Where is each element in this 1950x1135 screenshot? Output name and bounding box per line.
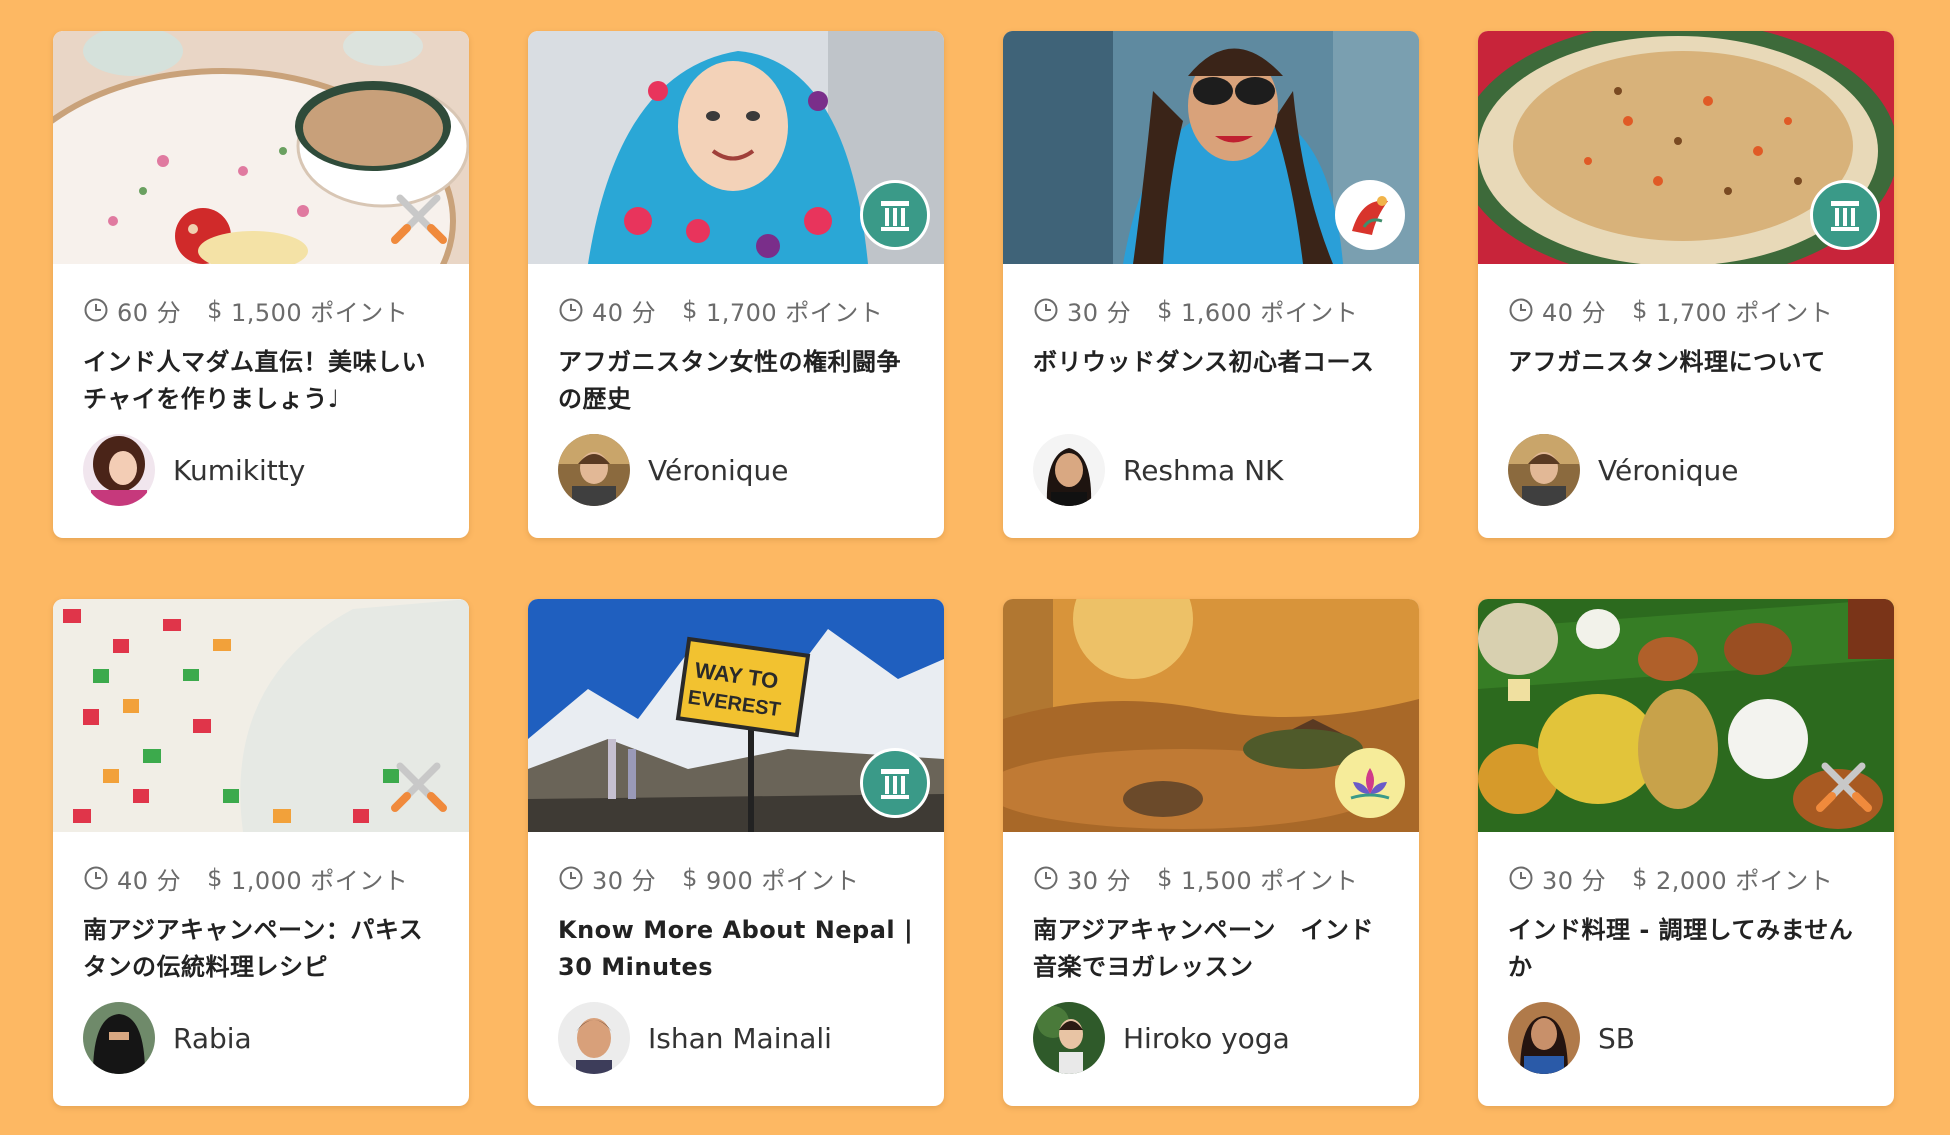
lesson-thumbnail[interactable] [1003, 31, 1419, 264]
lesson-duration: 40 分 [117, 866, 182, 895]
lesson-meta: 60 分 $ 1,500 ポイント [83, 294, 439, 327]
lesson-title[interactable]: ボリウッドダンス初心者コース [1033, 344, 1389, 418]
lesson-duration: 30 分 [1067, 298, 1132, 327]
lesson-title[interactable]: 南アジアキャンペーン：パキスタンの伝統料理レシピ [83, 912, 439, 986]
dollar-icon: $ [1632, 296, 1648, 324]
lesson-meta: 30 分 $ 900 ポイント [558, 862, 914, 895]
lesson-meta: 30 分 $ 2,000 ポイント [1508, 862, 1864, 895]
lesson-meta: 40 分 $ 1,000 ポイント [83, 862, 439, 895]
lesson-title[interactable]: アフガニスタン女性の権利闘争の歴史 [558, 344, 914, 418]
dollar-icon: $ [1632, 864, 1648, 892]
lesson-points: 900 ポイント [705, 866, 860, 895]
teacher-name[interactable]: Ishan Mainali [648, 1022, 832, 1055]
utensils-icon [1810, 748, 1880, 818]
dance-icon [1335, 180, 1405, 250]
teacher-name[interactable]: Rabia [173, 1022, 252, 1055]
clock-icon [84, 866, 108, 890]
lesson-card-indian-cooking[interactable]: 30 分 $ 2,000 ポイント インド料理 - 調理してみませんか SB [1478, 599, 1894, 1106]
dollar-icon: $ [1157, 296, 1173, 324]
lesson-points: 2,000 ポイント [1655, 866, 1834, 895]
lesson-card-nepal[interactable]: WAY TO EVEREST 30 分 $ 900 ポイント Know More… [528, 599, 944, 1106]
avatar[interactable] [1033, 1002, 1105, 1074]
clock-icon [559, 866, 583, 890]
teacher-name[interactable]: Hiroko yoga [1123, 1022, 1290, 1055]
teacher-name[interactable]: Reshma NK [1123, 454, 1283, 487]
clock-icon [1509, 298, 1533, 322]
pillar-icon [860, 748, 930, 818]
avatar[interactable] [83, 434, 155, 506]
lesson-duration: 30 分 [1542, 866, 1607, 895]
teacher[interactable]: Reshma NK [1033, 434, 1389, 506]
lesson-card-pakistan-food[interactable]: 40 分 $ 1,000 ポイント 南アジアキャンペーン：パキスタンの伝統料理レ… [53, 599, 469, 1106]
clock-icon [1509, 866, 1533, 890]
lesson-points: 1,500 ポイント [1180, 866, 1359, 895]
teacher[interactable]: Ishan Mainali [558, 1002, 914, 1074]
lesson-title[interactable]: 南アジアキャンペーン インド音楽でヨガレッスン [1033, 912, 1389, 986]
lesson-thumbnail[interactable] [1478, 31, 1894, 264]
teacher-name[interactable]: Kumikitty [173, 454, 305, 487]
lesson-duration: 40 分 [592, 298, 657, 327]
teacher[interactable]: Hiroko yoga [1033, 1002, 1389, 1074]
lesson-duration: 30 分 [592, 866, 657, 895]
lesson-title[interactable]: Know More About Nepal | 30 Minutes [558, 912, 914, 986]
lesson-meta: 30 分 $ 1,500 ポイント [1033, 862, 1389, 895]
lesson-thumbnail[interactable]: WAY TO EVEREST [528, 599, 944, 832]
lesson-thumbnail[interactable] [1478, 599, 1894, 832]
lesson-points: 1,000 ポイント [230, 866, 409, 895]
dollar-icon: $ [682, 864, 698, 892]
lesson-thumbnail[interactable] [53, 31, 469, 264]
lesson-points: 1,700 ポイント [705, 298, 884, 327]
lesson-card-afghan-women[interactable]: 40 分 $ 1,700 ポイント アフガニスタン女性の権利闘争の歴史 Véro… [528, 31, 944, 538]
lesson-thumbnail[interactable] [528, 31, 944, 264]
lesson-thumbnail[interactable] [53, 599, 469, 832]
lesson-points: 1,500 ポイント [230, 298, 409, 327]
teacher[interactable]: Kumikitty [83, 434, 439, 506]
clock-icon [84, 298, 108, 322]
dollar-icon: $ [1157, 864, 1173, 892]
pillar-icon [1810, 180, 1880, 250]
teacher-name[interactable]: SB [1598, 1022, 1635, 1055]
lesson-meta: 40 分 $ 1,700 ポイント [558, 294, 914, 327]
lesson-card-afghan-food[interactable]: 40 分 $ 1,700 ポイント アフガニスタン料理について Véroniqu… [1478, 31, 1894, 538]
avatar[interactable] [558, 434, 630, 506]
pillar-icon [860, 180, 930, 250]
dollar-icon: $ [207, 864, 223, 892]
lesson-title[interactable]: インド料理 - 調理してみませんか [1508, 912, 1864, 986]
lesson-duration: 30 分 [1067, 866, 1132, 895]
lesson-duration: 40 分 [1542, 298, 1607, 327]
teacher[interactable]: Rabia [83, 1002, 439, 1074]
clock-icon [559, 298, 583, 322]
clock-icon [1034, 866, 1058, 890]
teacher[interactable]: Véronique [558, 434, 914, 506]
clock-icon [1034, 298, 1058, 322]
avatar[interactable] [1033, 434, 1105, 506]
dollar-icon: $ [682, 296, 698, 324]
lesson-thumbnail[interactable] [1003, 599, 1419, 832]
lotus-icon [1335, 748, 1405, 818]
lesson-meta: 40 分 $ 1,700 ポイント [1508, 294, 1864, 327]
utensils-icon [385, 748, 455, 818]
lesson-card-bollywood[interactable]: 30 分 $ 1,600 ポイント ボリウッドダンス初心者コース Reshma … [1003, 31, 1419, 538]
avatar[interactable] [1508, 434, 1580, 506]
teacher[interactable]: Véronique [1508, 434, 1864, 506]
teacher[interactable]: SB [1508, 1002, 1864, 1074]
lesson-title[interactable]: アフガニスタン料理について [1508, 344, 1864, 418]
lesson-meta: 30 分 $ 1,600 ポイント [1033, 294, 1389, 327]
teacher-name[interactable]: Véronique [1598, 454, 1739, 487]
lesson-duration: 60 分 [117, 298, 182, 327]
avatar[interactable] [1508, 1002, 1580, 1074]
avatar[interactable] [558, 1002, 630, 1074]
lesson-card-chai[interactable]: 60 分 $ 1,500 ポイント インド人マダム直伝！美味しいチャイを作りまし… [53, 31, 469, 538]
lesson-grid: 60 分 $ 1,500 ポイント インド人マダム直伝！美味しいチャイを作りまし… [53, 31, 1894, 1106]
lesson-card-yoga[interactable]: 30 分 $ 1,500 ポイント 南アジアキャンペーン インド音楽でヨガレッス… [1003, 599, 1419, 1106]
dollar-icon: $ [207, 296, 223, 324]
lesson-points: 1,700 ポイント [1655, 298, 1834, 327]
utensils-icon [385, 180, 455, 250]
teacher-name[interactable]: Véronique [648, 454, 789, 487]
lesson-points: 1,600 ポイント [1180, 298, 1359, 327]
lesson-title[interactable]: インド人マダム直伝！美味しいチャイを作りましょう♩ [83, 344, 439, 418]
avatar[interactable] [83, 1002, 155, 1074]
